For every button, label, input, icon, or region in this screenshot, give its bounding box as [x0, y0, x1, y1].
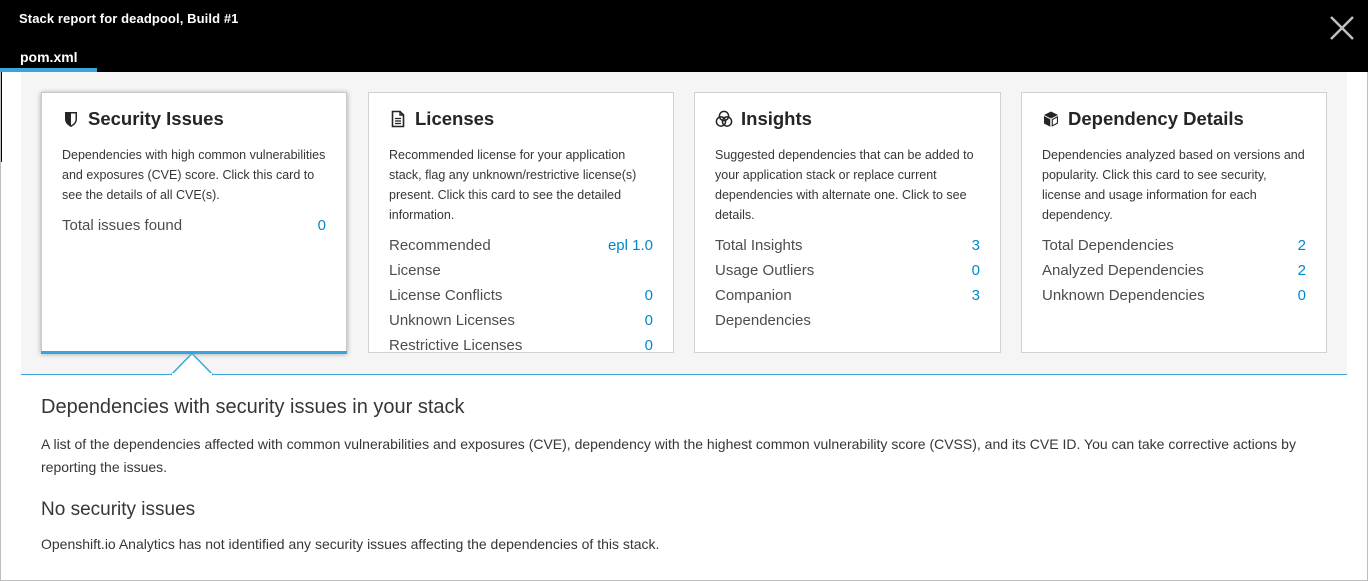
- security-issues-card[interactable]: Security Issues Dependencies with high c…: [41, 92, 347, 354]
- card-metrics: Recommended License epl 1.0 License Conf…: [389, 233, 653, 358]
- modal-header: Stack report for deadpool, Build #1 pom.…: [0, 0, 1368, 72]
- cards-area: Security Issues Dependencies with high c…: [21, 72, 1347, 375]
- metric-row: License Conflicts 0: [389, 283, 653, 308]
- metric-value[interactable]: 0: [318, 213, 326, 238]
- metric-row: Total issues found 0: [62, 213, 326, 238]
- metric-label: Unknown Dependencies: [1042, 287, 1205, 304]
- card-description: Suggested dependencies that can be added…: [715, 148, 974, 222]
- card-description: Dependencies analyzed based on versions …: [1042, 148, 1305, 222]
- metric-value[interactable]: epl 1.0: [608, 233, 653, 258]
- metric-label: Analyzed Dependencies: [1042, 262, 1204, 279]
- left-edge: [0, 72, 2, 162]
- modal-title: Stack report for deadpool, Build #1: [19, 11, 239, 26]
- metric-value[interactable]: 2: [1298, 258, 1306, 283]
- cube-icon: [1042, 110, 1060, 128]
- card-description: Dependencies with high common vulnerabil…: [62, 148, 326, 202]
- metric-row: Total Insights 3: [715, 233, 980, 258]
- dependency-details-card[interactable]: Dependency Details Dependencies analyzed…: [1021, 92, 1327, 353]
- metric-label: Unknown Licenses: [389, 312, 515, 329]
- licenses-card[interactable]: Licenses Recommended license for your ap…: [368, 92, 674, 354]
- card-metrics: Total issues found 0: [62, 213, 326, 238]
- metric-label: Companion Dependencies: [715, 287, 811, 329]
- status-text: Openshift.io Analytics has not identifie…: [41, 536, 660, 552]
- card-metrics: Total Dependencies 2 Analyzed Dependenci…: [1042, 233, 1306, 308]
- details-panel: Dependencies with security issues in you…: [41, 396, 1331, 556]
- card-description: Recommended license for your application…: [389, 148, 637, 222]
- document-icon: [389, 110, 407, 128]
- metric-value[interactable]: 0: [645, 283, 653, 308]
- metric-label: Total Insights: [715, 237, 803, 254]
- section-divider: [21, 374, 1347, 375]
- card-header: Insights: [715, 107, 812, 131]
- shield-icon: [62, 110, 80, 128]
- details-heading: Dependencies with security issues in you…: [41, 396, 465, 418]
- card-metrics: Total Insights 3 Usage Outliers 0 Compan…: [715, 233, 980, 333]
- metric-value[interactable]: 0: [1298, 283, 1306, 308]
- metric-row: Analyzed Dependencies 2: [1042, 258, 1306, 283]
- metric-row: Recommended License epl 1.0: [389, 233, 653, 283]
- close-icon[interactable]: [1326, 12, 1358, 44]
- metric-value[interactable]: 0: [645, 308, 653, 333]
- card-title: Licenses: [415, 108, 495, 129]
- insights-card[interactable]: Insights Suggested dependencies that can…: [694, 92, 1001, 353]
- metric-row: Restrictive Licenses 0: [389, 333, 653, 358]
- metric-label: Total Dependencies: [1042, 237, 1174, 254]
- metric-label: Recommended License: [389, 237, 491, 279]
- metric-label: License Conflicts: [389, 287, 503, 304]
- card-header: Security Issues: [62, 107, 224, 131]
- card-title: Insights: [741, 108, 812, 129]
- metric-label: Restrictive Licenses: [389, 337, 523, 354]
- metric-label: Total issues found: [62, 217, 183, 234]
- active-card-pointer: [171, 353, 214, 377]
- insights-icon: [715, 110, 733, 128]
- metric-row: Companion Dependencies 3: [715, 283, 980, 333]
- card-header: Dependency Details: [1042, 107, 1244, 131]
- metric-value[interactable]: 3: [972, 283, 980, 308]
- metric-row: Total Dependencies 2: [1042, 233, 1306, 258]
- card-title: Dependency Details: [1068, 108, 1244, 129]
- metric-label: Usage Outliers: [715, 262, 815, 279]
- details-description: A list of the dependencies affected with…: [41, 436, 1296, 475]
- metric-value[interactable]: 0: [972, 258, 980, 283]
- metric-value[interactable]: 3: [972, 233, 980, 258]
- metric-row: Unknown Licenses 0: [389, 308, 653, 333]
- metric-row: Usage Outliers 0: [715, 258, 980, 283]
- metric-row: Unknown Dependencies 0: [1042, 283, 1306, 308]
- card-header: Licenses: [389, 107, 494, 131]
- metric-value[interactable]: 0: [645, 333, 653, 358]
- metric-value[interactable]: 2: [1298, 233, 1306, 258]
- card-title: Security Issues: [88, 108, 224, 129]
- status-heading: No security issues: [41, 499, 196, 520]
